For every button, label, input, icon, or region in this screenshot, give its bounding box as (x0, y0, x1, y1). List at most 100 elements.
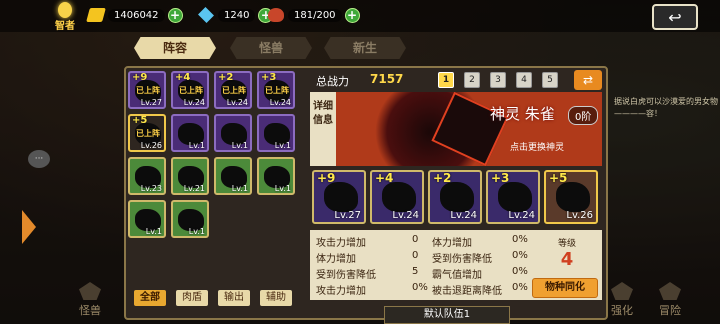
team-slot[interactable]: +3 Lv.24 (486, 170, 540, 224)
monster-card[interactable]: +9 已上阵 Lv.27 (128, 71, 166, 109)
card-deployed-tag: 已上阵 (179, 86, 203, 95)
nav-monsters[interactable]: 怪兽 (64, 282, 116, 318)
back-button[interactable]: ↩ (652, 4, 698, 30)
filter-tank[interactable]: 肉盾 (176, 290, 208, 306)
card-plus: +9 (132, 72, 148, 83)
slot-level: Lv.24 (392, 210, 419, 221)
stat-value: 0% (512, 234, 528, 245)
meat-value: 181/200 (288, 8, 342, 22)
stat-label: 体力增加 (432, 238, 472, 249)
team-slot[interactable]: +2 Lv.24 (428, 170, 482, 224)
card-deployed-tag: 已上阵 (222, 86, 246, 95)
nav-adventure-label: 冒险 (659, 304, 681, 317)
swap-team-button[interactable]: ⇄ (574, 70, 602, 90)
team-slot[interactable]: +9 Lv.27 (312, 170, 366, 224)
stat-value: 0 (412, 250, 419, 261)
stat-value: 5 (412, 266, 419, 277)
team-page-1[interactable]: 1 (438, 72, 454, 88)
monster-icon (324, 182, 358, 212)
side-quote-text: 据说白虎可以沙漠爱的男女物————容！ (614, 97, 718, 118)
slot-plus: +9 (317, 171, 336, 185)
level-label: 等级 (557, 239, 576, 249)
monster-card[interactable]: Lv.1 (214, 114, 252, 152)
card-level: Lv.24 (269, 98, 291, 107)
tab-newborn[interactable]: 新生 (324, 37, 406, 59)
card-level: Lv.27 (140, 98, 162, 107)
gold-coin-icon (86, 8, 106, 22)
monster-card[interactable]: Lv.1 (171, 200, 209, 238)
monster-card[interactable]: Lv.1 (171, 114, 209, 152)
filter-support[interactable]: 辅助 (260, 290, 292, 306)
compass-icon (659, 282, 681, 300)
stat-label: 霸气值增加 (432, 270, 482, 281)
card-level: Lv.1 (274, 184, 291, 193)
monster-card[interactable]: Lv.1 (128, 200, 166, 238)
card-level: Lv.1 (188, 227, 205, 236)
monster-card[interactable]: Lv.21 (171, 157, 209, 195)
slot-level: Lv.24 (508, 210, 535, 221)
stat-label: 受到伤害降低 (432, 254, 492, 265)
species-assimilate-button[interactable]: 物种同化 (532, 278, 598, 298)
stat-value: 0% (512, 282, 528, 293)
monster-icon (382, 182, 416, 212)
stat-value: 0 (412, 234, 419, 245)
chat-icon[interactable]: ··· (28, 150, 50, 168)
card-deployed-tag: 已上阵 (136, 129, 160, 138)
stat-label: 体力增加 (316, 254, 356, 265)
power-value: 7157 (370, 72, 404, 86)
stat-value: 0% (412, 282, 428, 293)
monster-card[interactable]: Lv.23 (128, 157, 166, 195)
detail-info-tab[interactable]: 详细信息 (310, 92, 336, 166)
add-gold-button[interactable]: + (167, 7, 183, 23)
card-plus: +4 (175, 72, 191, 83)
team-slot[interactable]: +5 Lv.26 (544, 170, 598, 224)
filter-all[interactable]: 全部 (134, 290, 166, 306)
slot-level: Lv.26 (566, 210, 593, 221)
sage-label: 智者 (55, 21, 75, 32)
card-level: Lv.24 (183, 98, 205, 107)
team-page-3[interactable]: 3 (490, 72, 506, 88)
team-page-2[interactable]: 2 (464, 72, 480, 88)
strengthen-nav-icon (611, 282, 633, 300)
monster-card[interactable]: +3 已上阵 Lv.24 (257, 71, 295, 109)
monster-card[interactable]: +2 已上阵 Lv.24 (214, 71, 252, 109)
tab-lineup[interactable]: 阵容 (134, 37, 216, 59)
card-deployed-tag: 已上阵 (136, 86, 160, 95)
card-level: Lv.1 (231, 141, 248, 150)
add-meat-button[interactable]: + (344, 7, 360, 23)
team-slot[interactable]: +4 Lv.24 (370, 170, 424, 224)
spirit-banner[interactable]: 详细信息 (310, 92, 602, 166)
team-page-4[interactable]: 4 (516, 72, 532, 88)
slot-plus: +4 (375, 171, 394, 185)
monster-icon (556, 182, 590, 212)
monster-card[interactable]: Lv.1 (214, 157, 252, 195)
monster-card[interactable]: Lv.1 (257, 157, 295, 195)
change-spirit-hint[interactable]: 点击更换神灵 (510, 140, 564, 153)
filter-damage[interactable]: 输出 (218, 290, 250, 306)
card-level: Lv.21 (183, 184, 205, 193)
sage-button[interactable]: 智者 (52, 2, 78, 32)
monster-icon (498, 182, 532, 212)
monster-card[interactable]: Lv.1 (257, 114, 295, 152)
slot-plus: +5 (549, 171, 568, 185)
default-team-label[interactable]: 默认队伍1 (384, 306, 510, 324)
gold-value: 1406042 (108, 8, 165, 22)
spirit-rank-badge: 0阶 (568, 106, 599, 125)
slot-level: Lv.24 (450, 210, 477, 221)
card-level: Lv.24 (226, 98, 248, 107)
team-page-5[interactable]: 5 (542, 72, 558, 88)
gem-counter: 1240 + (198, 5, 274, 25)
tab-monsters[interactable]: 怪兽 (230, 37, 312, 59)
level-badge: 等级 4 (548, 236, 586, 272)
gem-value: 1240 (218, 8, 256, 22)
nav-adventure[interactable]: 冒险 (644, 282, 696, 318)
stat-value: 0% (512, 250, 528, 261)
meat-counter: 181/200 + (268, 5, 360, 25)
stat-label: 攻击力增加 (316, 286, 366, 297)
card-level: Lv.1 (145, 227, 162, 236)
card-level: Lv.23 (140, 184, 162, 193)
monster-card[interactable]: +4 已上阵 Lv.24 (171, 71, 209, 109)
card-level: Lv.1 (231, 184, 248, 193)
level-value: 4 (560, 249, 574, 270)
monster-card[interactable]: +5 已上阵 Lv.26 (128, 114, 166, 152)
